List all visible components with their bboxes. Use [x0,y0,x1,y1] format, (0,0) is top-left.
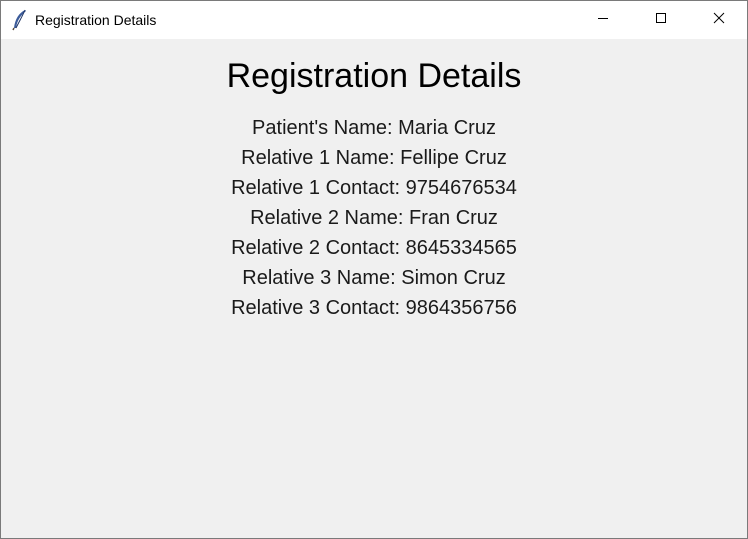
title-bar[interactable]: Registration Details [1,1,747,39]
content-area: Registration Details Patient's Name: Mar… [1,39,747,538]
patient-name-label: Patient's Name: Maria Cruz [252,117,496,139]
feather-icon [11,9,29,31]
relative-3-name-label: Relative 3 Name: Simon Cruz [242,267,506,289]
close-button[interactable] [690,1,748,39]
relative-1-name-label: Relative 1 Name: Fellipe Cruz [241,147,507,169]
app-window: Registration Details Registration Detail… [0,0,748,539]
relative-1-contact-label: Relative 1 Contact: 9754676534 [231,177,517,199]
minimize-button[interactable] [574,1,632,39]
page-title: Registration Details [226,57,522,95]
relative-2-name-label: Relative 2 Name: Fran Cruz [250,207,498,229]
maximize-icon [655,11,667,29]
close-icon [713,11,725,29]
maximize-button[interactable] [632,1,690,39]
relative-3-contact-label: Relative 3 Contact: 9864356756 [231,297,517,319]
window-title: Registration Details [35,12,157,28]
relative-2-contact-label: Relative 2 Contact: 8645334565 [231,237,517,259]
minimize-icon [597,11,609,29]
details-list: Patient's Name: Maria Cruz Relative 1 Na… [1,113,747,323]
